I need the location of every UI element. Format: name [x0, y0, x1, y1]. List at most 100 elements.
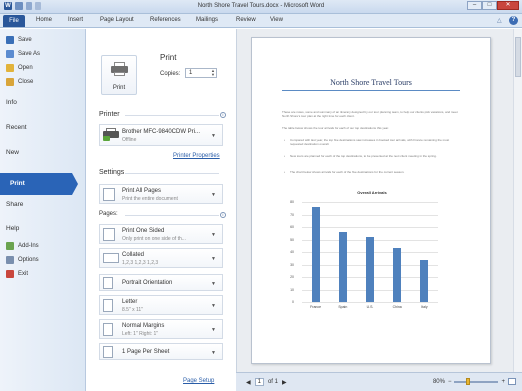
printer-properties-link[interactable]: Printer Properties — [173, 153, 220, 159]
nav-help[interactable]: Help — [6, 225, 19, 232]
margins-dropdown[interactable]: Normal Margins Left: 1" Right: 1" ▼ — [99, 319, 223, 339]
y-tick-label: 40 — [290, 250, 294, 254]
setting-detail: Print the entire document — [122, 196, 178, 202]
nav-recent[interactable]: Recent — [6, 124, 27, 131]
tab-view[interactable]: View — [270, 17, 283, 23]
nav-exit[interactable]: Exit — [6, 269, 28, 279]
collation-dropdown[interactable]: Collated 1,2,3 1,2,3 1,2,3 ▼ — [99, 248, 223, 268]
nav-options[interactable]: Options — [6, 255, 39, 265]
zoom-out-icon[interactable]: − — [448, 379, 452, 385]
nav-print-label: Print — [10, 180, 25, 187]
window-controls: – □ ✕ — [467, 1, 519, 10]
zoom-to-page-icon[interactable] — [508, 378, 516, 385]
setting-title: Letter — [122, 299, 138, 305]
page-navigator: ◀ 1 of 1 ▶ — [246, 378, 287, 386]
pages-input[interactable] — [125, 215, 219, 216]
zoom-slider-thumb[interactable] — [466, 377, 471, 385]
help-icon[interactable]: ? — [509, 16, 518, 25]
nav-close[interactable]: Close — [6, 77, 33, 87]
margins-icon — [103, 323, 113, 336]
nav-new[interactable]: New — [6, 149, 19, 156]
chevron-down-icon: ▼ — [211, 281, 216, 287]
chart-title: Overall Arrivals — [357, 190, 387, 195]
print-heading: Print — [160, 53, 177, 62]
pages-label: Pages: — [99, 211, 118, 217]
setting-detail: Only print on one side of th... — [122, 236, 186, 242]
pages-per-sheet-dropdown[interactable]: 1 Page Per Sheet ▼ — [99, 343, 223, 360]
arrivals-chart: Overall Arrivals 0 10 20 30 40 50 60 70 80 France… — [282, 190, 462, 320]
spin-arrows-icon[interactable]: ▲ ▼ — [211, 69, 215, 77]
nav-save-as[interactable]: Save As — [6, 49, 40, 59]
nav-save[interactable]: Save — [6, 35, 32, 45]
tab-insert[interactable]: Insert — [68, 17, 83, 23]
nav-label: Options — [18, 257, 39, 263]
bullet-item: The chart below shows arrivals for each … — [284, 170, 462, 174]
close-folder-icon — [6, 78, 14, 86]
zoom-in-icon[interactable]: + — [501, 379, 505, 385]
zoom-control: 80% − + — [432, 377, 516, 385]
vertical-scrollbar[interactable] — [513, 29, 522, 372]
collated-icon — [103, 253, 119, 263]
zoom-level: 80% — [432, 378, 445, 385]
nav-open[interactable]: Open — [6, 63, 33, 73]
x-tick-label: Italy — [421, 305, 428, 309]
tab-home[interactable]: Home — [36, 17, 52, 23]
nav-label: Exit — [18, 271, 29, 277]
section-divider — [125, 173, 219, 174]
tab-page-layout[interactable]: Page Layout — [100, 17, 134, 23]
maximize-button[interactable]: □ — [482, 1, 497, 10]
y-tick-label: 70 — [290, 212, 294, 217]
minimize-ribbon-icon[interactable]: △ — [497, 17, 505, 24]
print-button[interactable]: Print — [101, 55, 137, 95]
nav-info[interactable]: Info — [6, 99, 17, 106]
bullet-item: New tours are planned for each of the to… — [284, 154, 462, 158]
setting-title: Normal Margins — [122, 323, 165, 329]
close-button[interactable]: ✕ — [497, 1, 519, 10]
y-tick-label: 60 — [290, 225, 294, 229]
bar — [393, 248, 402, 302]
gridline — [302, 227, 438, 228]
page-number-input[interactable]: 1 — [254, 378, 264, 386]
nav-share[interactable]: Share — [6, 201, 23, 208]
body-paragraph: These are notes, some and summary of an … — [282, 110, 458, 118]
bar — [420, 259, 429, 302]
panel-footer: Page Setup — [87, 372, 235, 391]
info-icon[interactable]: i — [220, 212, 226, 218]
chevron-down-icon: ▼ — [211, 327, 216, 333]
settings-heading: Settings — [99, 169, 125, 176]
chevron-down-icon: ▼ — [211, 350, 216, 356]
orientation-dropdown[interactable]: Portrait Orientation ▼ — [99, 274, 223, 291]
printer-icon — [111, 62, 128, 76]
info-icon[interactable]: i — [220, 112, 226, 118]
zoom-slider[interactable] — [454, 377, 499, 385]
nav-label: Open — [18, 65, 33, 71]
document-title: North Shore Travel Tours — [330, 78, 412, 87]
print-button-label: Print — [112, 85, 126, 91]
page-per-sheet-icon — [103, 346, 113, 358]
next-page-icon[interactable]: ▶ — [282, 379, 287, 386]
sides-dropdown[interactable]: Print One Sided Only print on one side o… — [99, 224, 223, 244]
paper-size-dropdown[interactable]: Letter 8.5" x 11" ▼ — [99, 295, 223, 315]
tab-file[interactable]: File — [3, 15, 25, 27]
print-settings-panel: Print Print Copies: 1 ▲ ▼ Printer i Broth… — [87, 29, 235, 391]
tab-review[interactable]: Review — [236, 17, 256, 23]
tab-references[interactable]: References — [150, 17, 181, 23]
scroll-thumb[interactable] — [515, 37, 521, 77]
page-setup-link[interactable]: Page Setup — [183, 378, 214, 384]
ribbon-tabs: File Home Insert Page Layout References … — [0, 14, 522, 28]
print-range-dropdown[interactable]: Print All Pages Print the entire documen… — [99, 184, 223, 204]
copies-stepper[interactable]: 1 ▲ ▼ — [185, 68, 217, 78]
x-tick-label: China — [392, 305, 402, 309]
save-as-icon — [6, 50, 14, 58]
x-tick-label: Spain — [338, 305, 348, 309]
section-divider — [125, 115, 219, 116]
nav-print[interactable]: Print — [0, 173, 78, 195]
printer-dropdown[interactable]: Brother MFC-9840CDW Pri... Offline ▼ — [99, 124, 223, 146]
previous-page-icon[interactable]: ◀ — [246, 379, 251, 386]
x-tick-label: U.S. — [366, 305, 374, 309]
tab-mailings[interactable]: Mailings — [196, 17, 218, 23]
y-tick-label: 30 — [290, 262, 294, 267]
minimize-button[interactable]: – — [467, 1, 482, 10]
nav-add-ins[interactable]: Add-Ins — [6, 241, 39, 251]
y-tick-label: 50 — [290, 237, 294, 242]
